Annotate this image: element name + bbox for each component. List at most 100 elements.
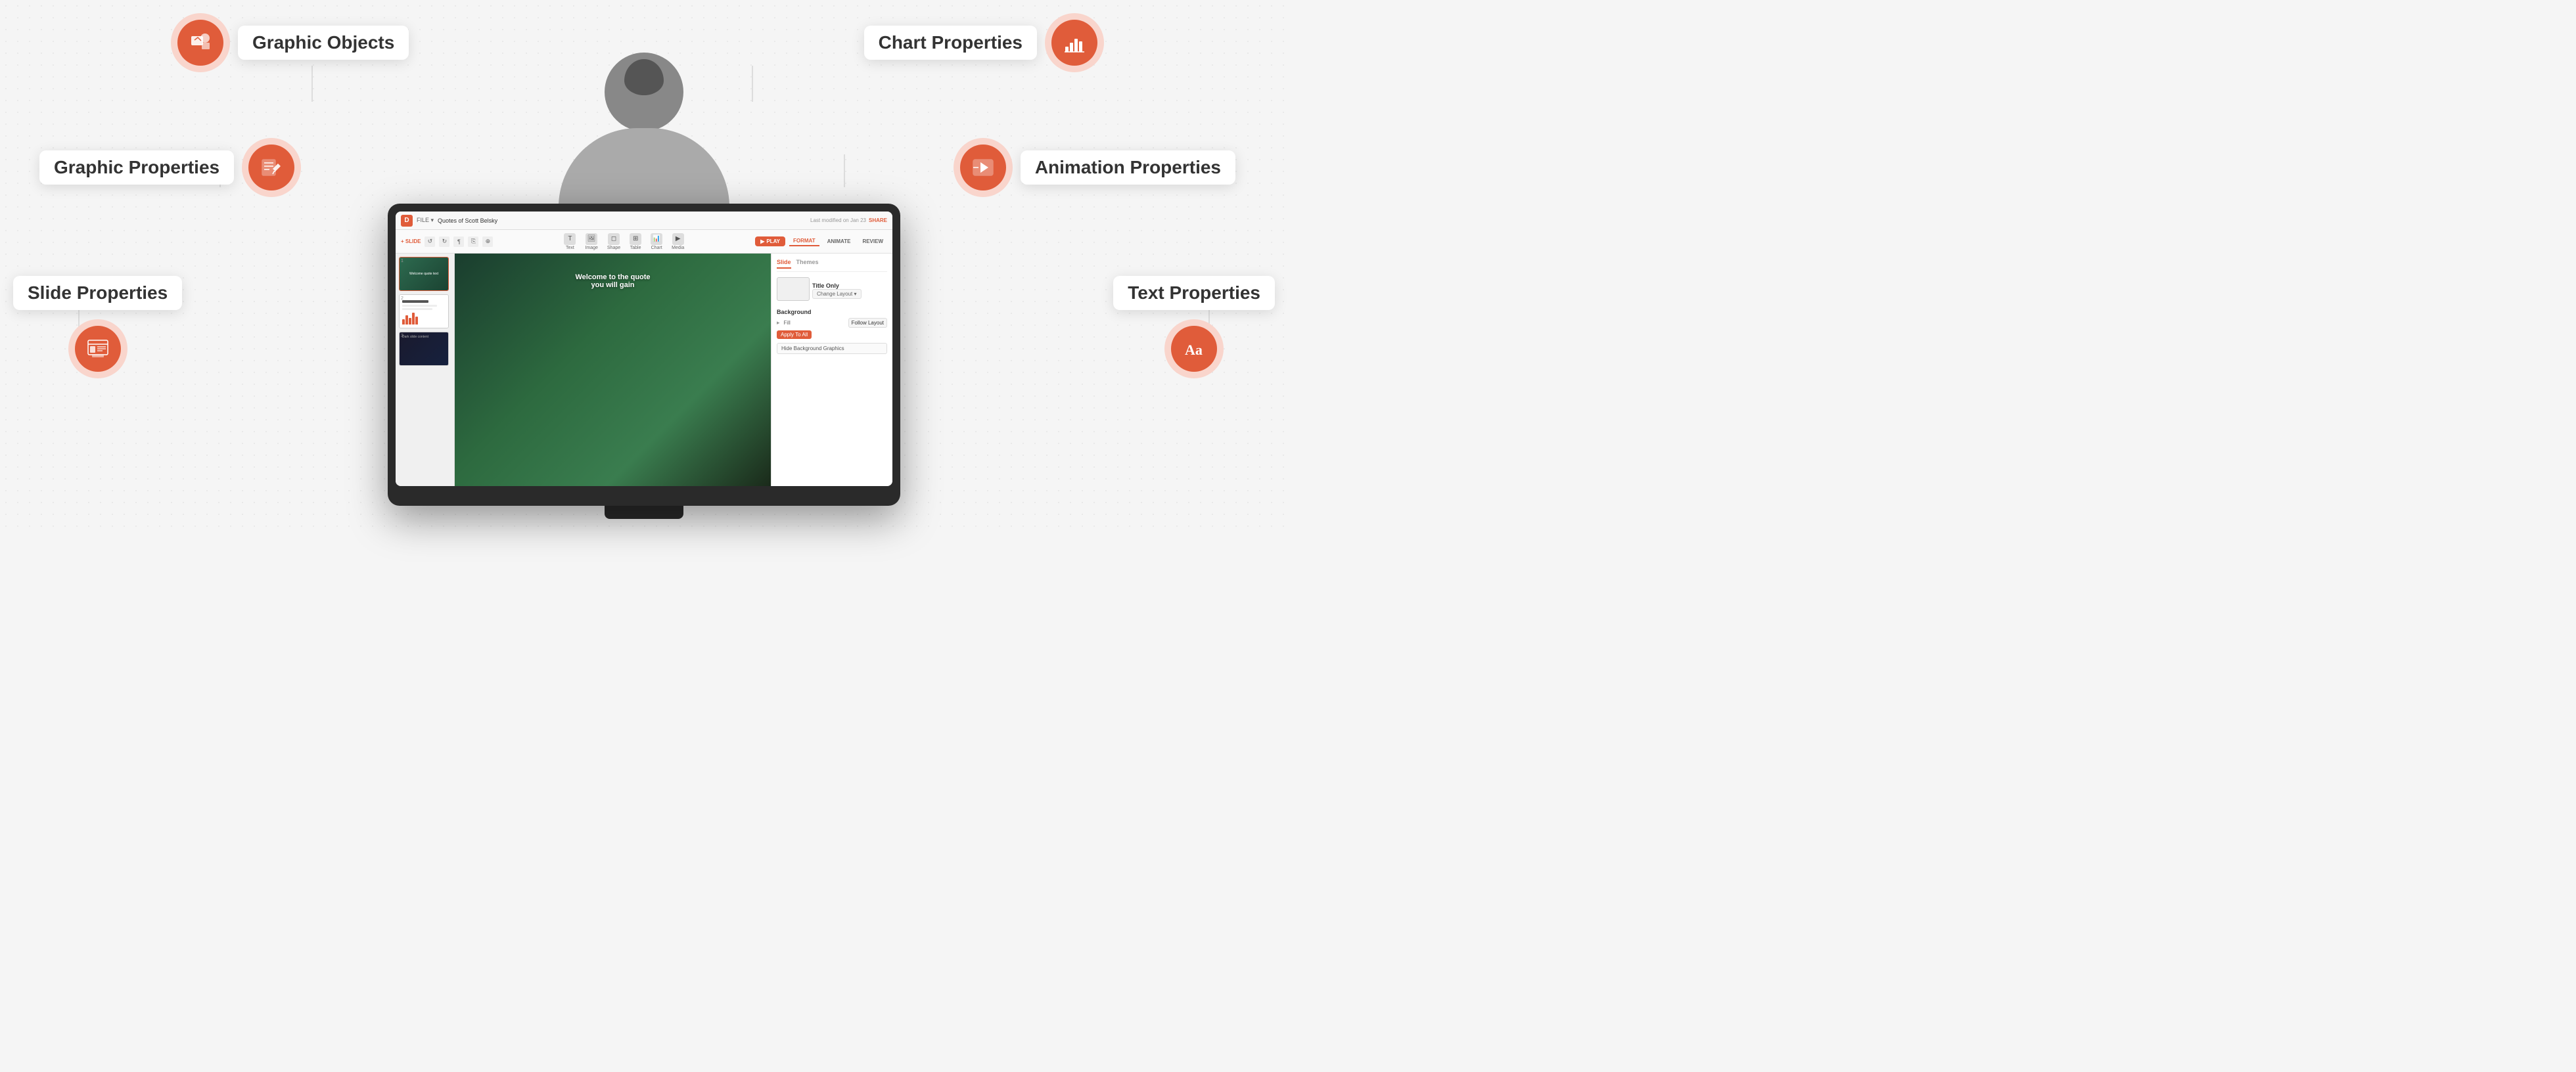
- slide-2-line3: [402, 308, 432, 310]
- app-title: Quotes of Scott Belsky: [438, 217, 497, 224]
- slide-num-3: 3: [401, 334, 403, 338]
- fill-row: ▸ Fill Follow Layout: [777, 318, 887, 328]
- toolbar-row: + SLIDE ↺ ↻ ¶ ⎘ ⊕ T Text 🖼 Image: [396, 230, 892, 254]
- layout-title: Title Only: [812, 282, 862, 289]
- duplicate-button[interactable]: ⊕: [482, 236, 493, 247]
- slides-panel: 1 Welcome quote text 2: [396, 254, 455, 486]
- hide-background-graphics-button[interactable]: Hide Background Graphics: [777, 343, 887, 354]
- chart-properties-icon: [1051, 20, 1097, 66]
- property-tabs: Slide Themes: [777, 259, 887, 272]
- toolbar-left: + SLIDE ↺ ↻ ¶ ⎘ ⊕: [401, 236, 493, 247]
- person-head: [605, 53, 683, 131]
- fill-label: Fill: [784, 320, 846, 326]
- chart-properties-label: Chart Properties: [864, 26, 1037, 60]
- bar5: [415, 317, 418, 324]
- graphic-objects-icon: [177, 20, 223, 66]
- redo-button[interactable]: ↻: [439, 236, 449, 247]
- animation-properties-label: Animation Properties: [1021, 150, 1235, 185]
- svg-text:Aa: Aa: [1185, 342, 1203, 358]
- slide-tab[interactable]: Slide: [777, 259, 791, 269]
- slide-thumb-1[interactable]: 1 Welcome quote text: [399, 257, 449, 291]
- text-tool[interactable]: T Text: [564, 233, 576, 250]
- review-tab[interactable]: REVIEW: [858, 237, 887, 246]
- app-header: D FILE ▾ Quotes of Scott Belsky Last mod…: [396, 212, 892, 230]
- bar1: [402, 319, 405, 324]
- format-button[interactable]: ¶: [453, 236, 464, 247]
- toolbar-center: T Text 🖼 Image ◻ Shape ⊞ Table: [501, 233, 747, 250]
- monitor-container: D FILE ▾ Quotes of Scott Belsky Last mod…: [388, 204, 900, 519]
- shape-tool[interactable]: ◻ Shape: [607, 233, 620, 250]
- slide-main-content: Welcome to the quoteyou will gain: [455, 254, 771, 486]
- undo-button[interactable]: ↺: [425, 236, 435, 247]
- change-layout-button[interactable]: Change Layout ▾: [812, 289, 862, 299]
- table-tool-icon: ⊞: [630, 233, 641, 245]
- slide-thumb-content-3: Dark slide content: [400, 332, 448, 365]
- slide-properties-icon-bg: [68, 319, 127, 378]
- graphic-objects-callout: Graphic Objects: [171, 13, 409, 72]
- bar4: [412, 313, 415, 324]
- slide-properties-callout: Slide Properties: [13, 276, 182, 378]
- bar2: [405, 315, 408, 324]
- animate-tab[interactable]: ANIMATE: [823, 237, 855, 246]
- chart-properties-callout: Chart Properties: [864, 13, 1104, 72]
- text-properties-icon-bg: Aa: [1164, 319, 1224, 378]
- media-tool[interactable]: ▶ Media: [672, 233, 684, 250]
- image-tool[interactable]: 🖼 Image: [585, 233, 597, 250]
- apply-to-all-button[interactable]: Apply To All: [777, 330, 812, 339]
- monitor-screen: D FILE ▾ Quotes of Scott Belsky Last mod…: [396, 212, 892, 486]
- graphic-objects-icon-bg: [171, 13, 230, 72]
- chart-tool[interactable]: 📊 Chart: [651, 233, 662, 250]
- apply-row: Apply To All: [777, 330, 887, 339]
- play-icon: ▶: [760, 238, 764, 244]
- slide-overlay-text: Welcome to the quoteyou will gain: [575, 273, 650, 289]
- chart-properties-icon-bg: [1045, 13, 1104, 72]
- slide-num-1: 1: [401, 259, 403, 263]
- bar3: [409, 318, 411, 324]
- play-button[interactable]: ▶ PLAY: [755, 236, 785, 246]
- text-tool-icon: T: [564, 233, 576, 245]
- slide-3-text: Dark slide content: [402, 335, 446, 339]
- animation-properties-icon: [960, 145, 1006, 190]
- graphic-properties-callout: Graphic Properties: [39, 138, 301, 197]
- monitor-outer: D FILE ▾ Quotes of Scott Belsky Last mod…: [388, 204, 900, 506]
- slide-properties-label: Slide Properties: [13, 276, 182, 310]
- format-tab[interactable]: FORMAT: [789, 236, 819, 246]
- app-logo: D: [401, 215, 413, 227]
- media-tool-icon: ▶: [672, 233, 684, 245]
- animation-properties-icon-bg: [954, 138, 1013, 197]
- add-slide-button[interactable]: + SLIDE: [401, 238, 421, 244]
- text-properties-callout: Text Properties Aa: [1113, 276, 1275, 378]
- last-modified-text: Last modified on Jan 23: [810, 217, 866, 223]
- properties-panel: Slide Themes Title Only Change Layout ▾ …: [771, 254, 892, 486]
- slide-1-text: Welcome quote text: [409, 272, 438, 276]
- app-header-right: Last modified on Jan 23 SHARE: [810, 217, 887, 223]
- monitor-stand: [605, 506, 683, 519]
- share-btn[interactable]: SHARE: [869, 217, 887, 223]
- slide-properties-icon: [75, 326, 121, 372]
- slide-thumb-content-1: Welcome quote text: [400, 257, 448, 290]
- graphic-properties-icon-bg: [242, 138, 301, 197]
- themes-tab[interactable]: Themes: [796, 259, 819, 269]
- layout-row: Title Only Change Layout ▾: [777, 277, 887, 303]
- animation-properties-callout: Animation Properties: [954, 138, 1235, 197]
- shape-tool-icon: ◻: [608, 233, 620, 245]
- layout-preview: [777, 277, 810, 301]
- toolbar-right: ▶ PLAY FORMAT ANIMATE REVIEW: [755, 236, 887, 246]
- fill-select[interactable]: Follow Layout: [848, 318, 887, 328]
- table-tool[interactable]: ⊞ Table: [630, 233, 641, 250]
- slide-2-line: [402, 300, 428, 303]
- image-tool-icon: 🖼: [586, 233, 597, 245]
- slide-thumb-2[interactable]: 2: [399, 294, 449, 328]
- text-properties-label: Text Properties: [1113, 276, 1275, 310]
- file-menu[interactable]: FILE ▾: [417, 217, 434, 224]
- graphic-objects-label: Graphic Objects: [238, 26, 409, 60]
- slide-thumb-3[interactable]: 3 Dark slide content: [399, 332, 449, 366]
- slide-thumb-content-2: [400, 295, 448, 328]
- slide-2-line2: [402, 305, 437, 307]
- layout-info: Title Only Change Layout ▾: [812, 282, 862, 299]
- expand-icon: ▸: [777, 319, 780, 326]
- copy-button[interactable]: ⎘: [468, 236, 478, 247]
- chart-tool-icon: 📊: [651, 233, 662, 245]
- graphic-properties-label: Graphic Properties: [39, 150, 234, 185]
- graphic-properties-icon: [248, 145, 294, 190]
